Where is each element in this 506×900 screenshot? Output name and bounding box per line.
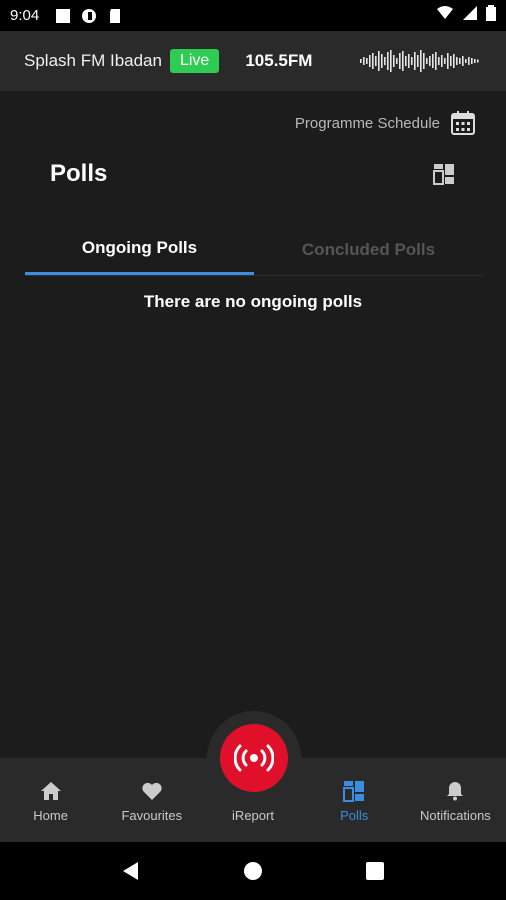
app-logo-icon	[81, 8, 97, 24]
signal-icon	[462, 5, 478, 26]
nav-home[interactable]: Home	[0, 758, 101, 842]
battery-icon	[486, 5, 496, 26]
back-icon[interactable]	[121, 861, 141, 881]
recents-icon[interactable]	[365, 861, 385, 881]
heart-icon	[142, 782, 162, 800]
nav-polls-label: Polls	[340, 808, 369, 823]
notification-square-icon	[55, 8, 71, 24]
nav-favourites-label: Favourites	[121, 808, 183, 823]
tab-concluded-polls[interactable]: Concluded Polls	[254, 224, 483, 275]
live-badge: Live	[169, 49, 220, 73]
bell-icon	[447, 782, 464, 801]
nav-favourites[interactable]: Favourites	[101, 758, 202, 842]
home-icon	[40, 782, 61, 800]
nav-polls[interactable]: Polls	[304, 758, 405, 842]
station-name: Splash FM Ibadan	[24, 51, 162, 70]
status-bar: 9:04	[0, 0, 506, 31]
broadcast-icon	[234, 744, 274, 772]
tab-ongoing-polls[interactable]: Ongoing Polls	[25, 224, 254, 275]
wifi-icon	[436, 5, 454, 26]
nav-notifications[interactable]: Notifications	[405, 758, 506, 842]
nav-ireport-label: iReport	[232, 808, 274, 823]
nav-notifications-label: Notifications	[420, 808, 491, 823]
programme-schedule-link[interactable]: Programme Schedule	[295, 110, 476, 136]
sd-card-icon	[107, 8, 123, 24]
programme-schedule-label: Programme Schedule	[294, 114, 440, 132]
calendar-icon	[451, 111, 475, 135]
page-title: Polls	[50, 160, 108, 187]
polls-tabs: Ongoing Polls Concluded Polls	[25, 224, 483, 276]
polls-icon	[343, 781, 365, 802]
nav-home-label: Home	[33, 808, 68, 823]
polls-grid-icon[interactable]	[433, 163, 455, 185]
home-circle-icon[interactable]	[243, 861, 263, 881]
now-playing-bar[interactable]: Splash FM Ibadan Live 105.5FM	[0, 31, 506, 91]
audio-waveform-icon	[360, 50, 479, 72]
status-time: 9:04	[10, 7, 40, 24]
station-frequency: 105.5FM	[245, 51, 313, 70]
system-navigation-bar	[0, 842, 506, 900]
empty-state-message: There are no ongoing polls	[143, 292, 363, 311]
ireport-broadcast-button[interactable]	[220, 724, 288, 792]
